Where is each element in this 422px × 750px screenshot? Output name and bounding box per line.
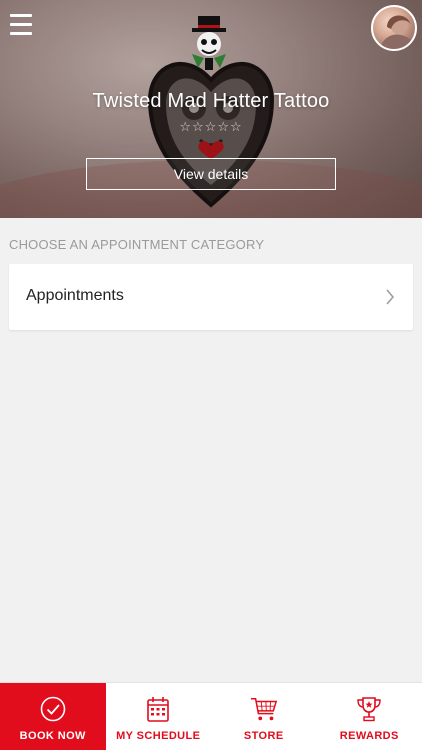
chevron-right-icon	[386, 289, 394, 305]
tab-label: MY SCHEDULE	[116, 730, 201, 742]
check-circle-icon	[40, 696, 66, 722]
tab-label: BOOK NOW	[19, 730, 86, 742]
user-avatar[interactable]	[371, 5, 417, 51]
tab-label: REWARDS	[339, 730, 399, 742]
tab-store[interactable]: STORE	[211, 683, 317, 750]
shop-name: Twisted Mad Hatter Tattoo	[92, 90, 330, 112]
shop-logo-icon	[192, 16, 226, 70]
category-item-appointments[interactable]: Appointments	[9, 264, 413, 330]
shopping-cart-icon	[250, 697, 277, 721]
bottom-tab-bar: BOOK NOW MY SCHEDULE STORE REWARDS	[0, 682, 422, 750]
tab-book-now[interactable]: BOOK NOW	[0, 683, 106, 750]
menu-icon-bar	[10, 23, 32, 26]
trophy-icon	[357, 697, 381, 722]
section-title: CHOOSE AN APPOINTMENT CATEGORY	[9, 237, 265, 252]
tab-rewards[interactable]: REWARDS	[317, 683, 422, 750]
calendar-icon	[147, 697, 170, 722]
tab-label: STORE	[243, 730, 284, 742]
view-details-button[interactable]: View details	[86, 158, 336, 190]
header-hero: Twisted Mad Hatter Tattoo ☆☆☆☆☆ View det…	[0, 0, 422, 218]
category-label: Appointments	[26, 287, 124, 304]
rating-stars: ☆☆☆☆☆	[179, 119, 243, 134]
menu-icon-bar	[10, 32, 32, 35]
tab-my-schedule[interactable]: MY SCHEDULE	[106, 683, 212, 750]
menu-icon	[10, 14, 32, 17]
hamburger-menu-button[interactable]	[10, 14, 34, 36]
